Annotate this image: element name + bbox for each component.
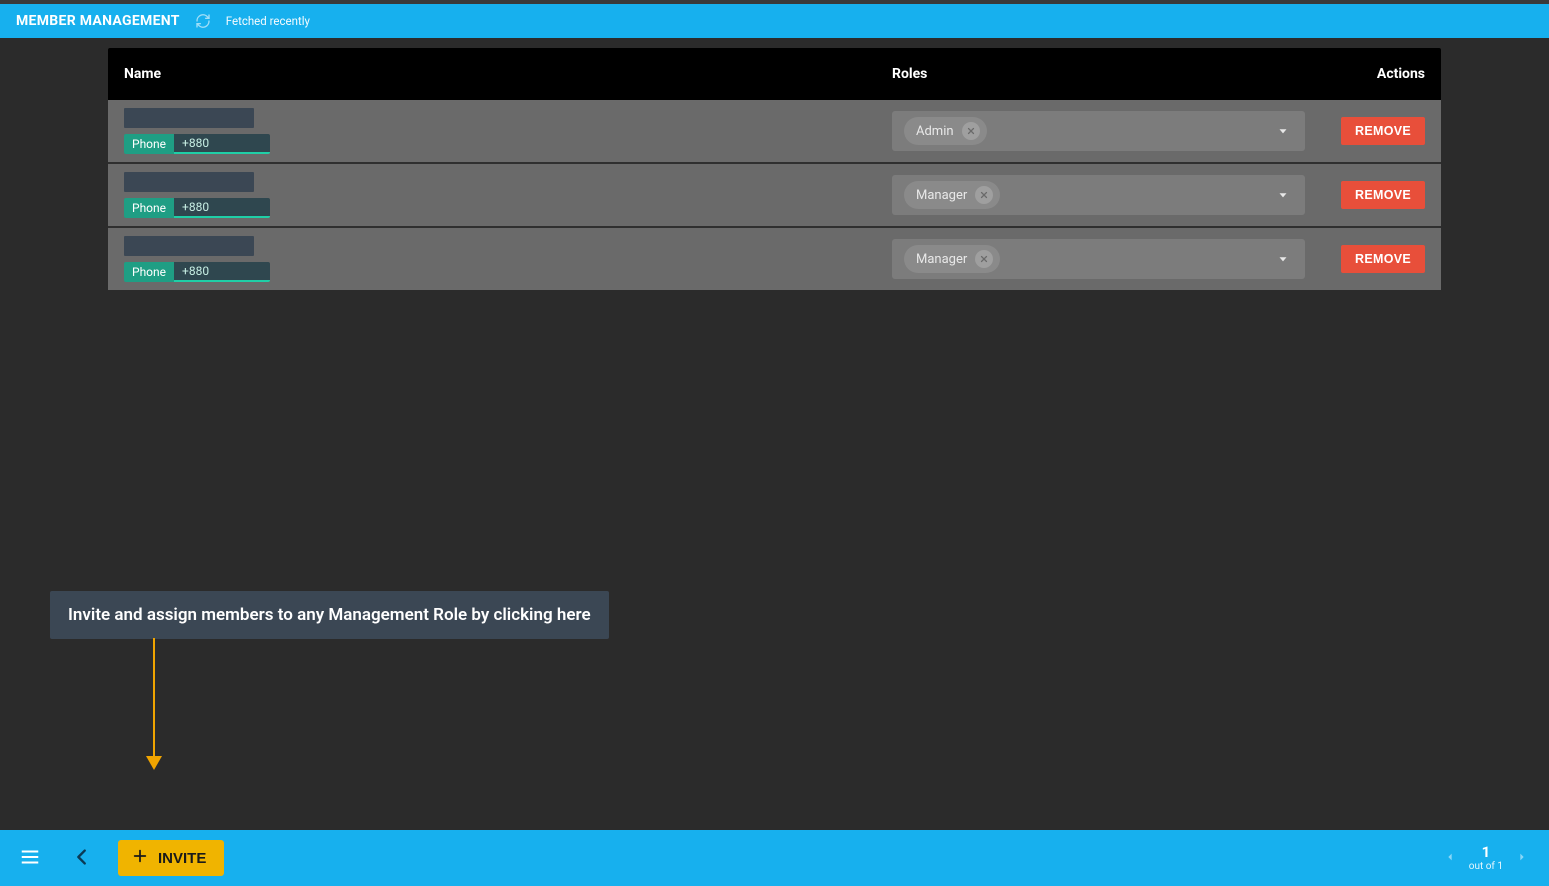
role-select[interactable]: Admin [892,111,1305,151]
phone-value: +880 [174,134,270,154]
invite-callout: Invite and assign members to any Managem… [50,591,609,639]
role-select[interactable]: Manager [892,175,1305,215]
actions-cell: REMOVE [1305,181,1425,209]
phone-label: Phone [124,262,174,282]
phone-tag: Phone+880 [124,262,880,282]
refresh-icon[interactable] [194,12,212,30]
name-cell: Phone+880 [124,108,880,154]
hamburger-icon [19,846,41,871]
phone-tag: Phone+880 [124,198,880,218]
plus-icon [132,848,148,868]
role-chip[interactable]: Admin [904,117,987,145]
fetched-status: Fetched recently [226,14,310,28]
callout-arrow-line [153,638,155,760]
remove-role-icon[interactable] [962,122,980,140]
name-cell: Phone+880 [124,236,880,282]
role-chip-label: Manager [916,252,967,267]
back-button[interactable] [66,842,98,874]
column-actions: Actions [1305,66,1425,82]
members-table: Name Roles Actions Phone+880AdminREMOVEP… [108,48,1441,290]
remove-button[interactable]: REMOVE [1341,117,1425,145]
remove-role-icon[interactable] [975,250,993,268]
role-chip[interactable]: Manager [904,245,1000,273]
roles-cell: Manager [880,175,1305,215]
pager-prev[interactable] [1445,851,1455,865]
chevron-down-icon[interactable] [1273,249,1293,269]
role-chip-label: Admin [916,124,954,139]
invite-button[interactable]: INVITE [118,840,224,876]
table-row: Phone+880 Manager REMOVE [108,164,1441,226]
table-header: Name Roles Actions [108,48,1441,100]
member-name-redacted [124,108,254,128]
menu-button[interactable] [14,842,46,874]
top-bar: MEMBER MANAGEMENT Fetched recently [0,0,1549,38]
actions-cell: REMOVE [1305,245,1425,273]
pager-status: 1 out of 1 [1469,844,1503,872]
page-title: MEMBER MANAGEMENT [16,13,180,29]
callout-arrow-head-icon [146,756,162,770]
bottom-bar: INVITE 1 out of 1 [0,830,1549,886]
actions-cell: REMOVE [1305,117,1425,145]
column-name: Name [124,66,880,82]
pager: 1 out of 1 [1445,844,1535,872]
remove-role-icon[interactable] [975,186,993,204]
pager-total: out of 1 [1469,861,1503,872]
phone-value: +880 [174,198,270,218]
column-roles: Roles [880,66,1305,82]
name-cell: Phone+880 [124,172,880,218]
role-chip[interactable]: Manager [904,181,1000,209]
phone-value: +880 [174,262,270,282]
chevron-down-icon[interactable] [1273,121,1293,141]
role-chip-label: Manager [916,188,967,203]
chevron-down-icon[interactable] [1273,185,1293,205]
role-select[interactable]: Manager [892,239,1305,279]
invite-button-label: INVITE [158,850,206,867]
member-name-redacted [124,172,254,192]
main-content: Name Roles Actions Phone+880AdminREMOVEP… [0,38,1549,830]
remove-button[interactable]: REMOVE [1341,245,1425,273]
phone-label: Phone [124,134,174,154]
phone-tag: Phone+880 [124,134,880,154]
table-row: Phone+880 Admin REMOVE [108,100,1441,162]
table-row: Phone+880 Manager REMOVE [108,228,1441,290]
member-name-redacted [124,236,254,256]
phone-label: Phone [124,198,174,218]
roles-cell: Manager [880,239,1305,279]
pager-next[interactable] [1517,851,1527,865]
chevron-left-icon [71,846,93,871]
remove-button[interactable]: REMOVE [1341,181,1425,209]
pager-current: 1 [1482,844,1491,861]
roles-cell: Admin [880,111,1305,151]
